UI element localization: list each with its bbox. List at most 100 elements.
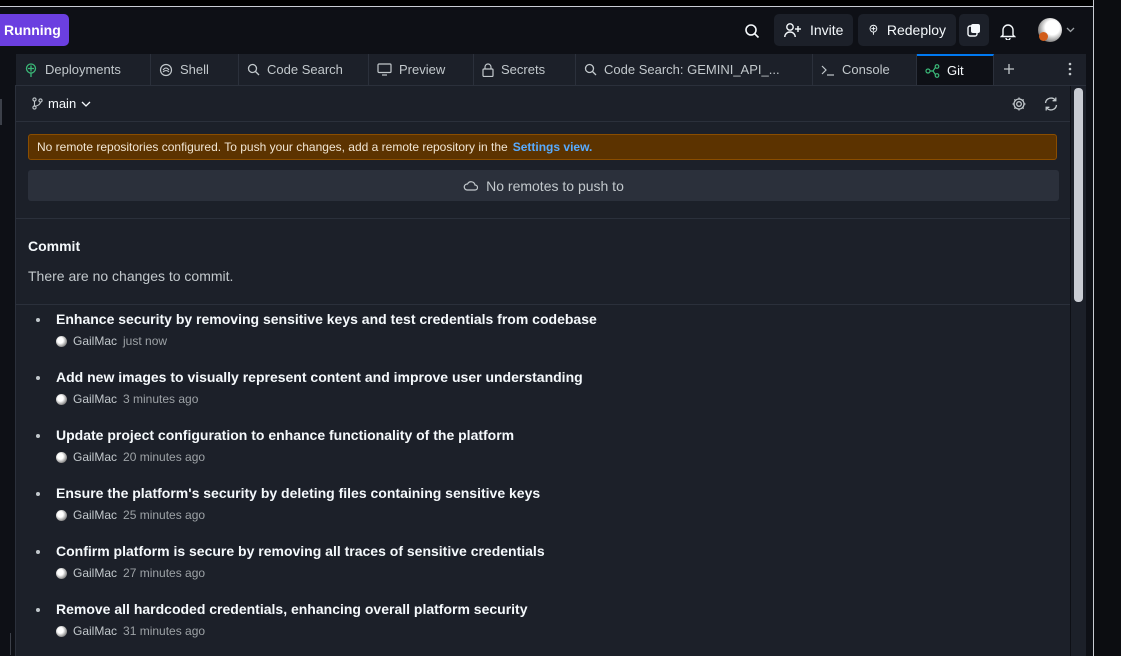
- avatar: [56, 335, 67, 347]
- deploy-icon: [869, 24, 878, 35]
- commit-author: GailMac: [73, 624, 118, 638]
- redeploy-label: Redeploy: [886, 22, 946, 38]
- section-divider: [16, 218, 1070, 219]
- commit-time: 27 minutes ago: [123, 566, 206, 580]
- bell-icon[interactable]: [998, 21, 1018, 41]
- commit-bullet: [36, 608, 40, 612]
- tab-label: Preview: [399, 62, 446, 77]
- commit-meta: GailMac 25 minutes ago: [56, 508, 205, 522]
- avatar: [1037, 18, 1062, 42]
- running-status-button[interactable]: Running: [0, 14, 69, 46]
- avatar: [56, 567, 67, 579]
- account-menu[interactable]: [1036, 18, 1076, 42]
- invite-label: Invite: [810, 22, 844, 38]
- no-remotes-label: No remotes to push to: [486, 177, 624, 194]
- commit-time: 20 minutes ago: [123, 450, 206, 464]
- lock-icon: [482, 62, 494, 77]
- window-top-edge: [0, 0, 1093, 7]
- chevron-down-icon: [81, 101, 91, 107]
- commit-item[interactable]: Enhance security by removing sensitive k…: [16, 308, 1070, 366]
- branch-selector[interactable]: main: [32, 96, 91, 111]
- tab-label: Code Search: [267, 62, 343, 77]
- commit-author: GailMac: [73, 508, 118, 522]
- git-icon: [925, 63, 940, 78]
- commit-time: just now: [123, 334, 168, 348]
- commit-message: Ensure the platform's security by deleti…: [56, 485, 541, 501]
- redeploy-options-button[interactable]: [958, 14, 989, 46]
- commit-message: Remove all hardcoded credentials, enhanc…: [56, 601, 528, 617]
- commit-author: GailMac: [73, 392, 118, 406]
- commit-empty-message: There are no changes to commit.: [28, 268, 234, 284]
- tab-shell[interactable]: Shell: [151, 54, 239, 85]
- commit-bullet: [36, 434, 40, 438]
- commit-message: Update project configuration to enhance …: [56, 427, 515, 443]
- branch-bar: main: [16, 86, 1070, 122]
- commit-message: Confirm platform is secure by removing a…: [56, 543, 545, 559]
- commit-item[interactable]: Add new images to visually represent con…: [16, 366, 1070, 424]
- top-bar: Running Invite Redeploy: [0, 7, 1093, 53]
- tab-label: Git: [947, 63, 964, 78]
- tab-secrets[interactable]: Secrets: [474, 54, 576, 85]
- commit-meta: GailMac 3 minutes ago: [56, 392, 198, 406]
- commit-item[interactable]: Ensure the platform's security by deleti…: [16, 482, 1070, 540]
- commit-item[interactable]: Update project configuration to enhance …: [16, 424, 1070, 482]
- redeploy-button[interactable]: Redeploy: [858, 14, 956, 46]
- commit-meta: GailMac just now: [56, 334, 167, 348]
- tab-code-search[interactable]: Code Search: [239, 54, 369, 85]
- left-gutter: [0, 85, 16, 656]
- tab-label: Shell: [180, 62, 209, 77]
- commit-meta: GailMac 31 minutes ago: [56, 624, 205, 638]
- no-remotes-button[interactable]: No remotes to push to: [28, 170, 1059, 201]
- commit-bullet: [36, 492, 40, 496]
- tab-code-search-gemini[interactable]: Code Search: GEMINI_API_...: [576, 54, 813, 85]
- search-icon: [584, 63, 597, 76]
- scrollbar-thumb[interactable]: [1074, 88, 1083, 302]
- commit-time: 3 minutes ago: [123, 392, 199, 406]
- tab-label: Secrets: [501, 62, 546, 77]
- add-tab-icon[interactable]: [1001, 61, 1017, 77]
- deployments-icon: [25, 62, 37, 77]
- add-user-icon: [784, 23, 801, 38]
- commit-author: GailMac: [73, 334, 118, 348]
- commit-item[interactable]: Confirm platform is secure by removing a…: [16, 540, 1070, 598]
- avatar: [56, 451, 67, 463]
- search-icon[interactable]: [742, 21, 762, 41]
- refresh-icon[interactable]: [1042, 95, 1060, 113]
- commit-author: GailMac: [73, 566, 118, 580]
- tab-deployments[interactable]: Deployments: [16, 54, 151, 85]
- tab-preview[interactable]: Preview: [369, 54, 474, 85]
- warning-text: No remote repositories configured. To pu…: [37, 140, 508, 154]
- git-panel: main No remote repositories configured. …: [16, 86, 1070, 656]
- avatar: [56, 625, 67, 637]
- chevron-down-icon: [1066, 27, 1074, 33]
- tab-label: Code Search: GEMINI_API_...: [604, 62, 780, 77]
- invite-button[interactable]: Invite: [774, 14, 854, 46]
- search-icon: [247, 63, 260, 76]
- commit-time: 25 minutes ago: [123, 508, 206, 522]
- commit-bullet: [36, 376, 40, 380]
- commit-heading: Commit: [28, 238, 81, 254]
- commit-bullet: [36, 550, 40, 554]
- shell-icon: [159, 63, 173, 76]
- avatar: [56, 393, 67, 405]
- tab-console[interactable]: Console: [813, 54, 917, 85]
- more-options-icon[interactable]: [1062, 61, 1078, 77]
- tab-bar: Deployments Shell Code Search Preview Se…: [16, 54, 1086, 86]
- tab-git[interactable]: Git: [917, 54, 994, 85]
- commit-message: Enhance security by removing sensitive k…: [56, 311, 597, 327]
- commit-message: Add new images to visually represent con…: [56, 369, 583, 385]
- settings-view-link[interactable]: Settings view.: [513, 140, 593, 154]
- branch-name: main: [48, 96, 77, 111]
- gear-icon[interactable]: [1010, 95, 1028, 113]
- no-remote-warning: No remote repositories configured. To pu…: [28, 134, 1057, 160]
- commit-bullet: [36, 318, 40, 322]
- commit-time: 31 minutes ago: [123, 624, 206, 638]
- right-edge-strip: [1093, 0, 1121, 656]
- copy-icon: [967, 24, 980, 37]
- cloud-icon: [463, 181, 479, 191]
- commit-item[interactable]: Remove all hardcoded credentials, enhanc…: [16, 598, 1070, 656]
- commit-meta: GailMac 27 minutes ago: [56, 566, 205, 580]
- tab-label: Deployments: [45, 62, 121, 77]
- preview-icon: [377, 63, 392, 76]
- commit-meta: GailMac 20 minutes ago: [56, 450, 205, 464]
